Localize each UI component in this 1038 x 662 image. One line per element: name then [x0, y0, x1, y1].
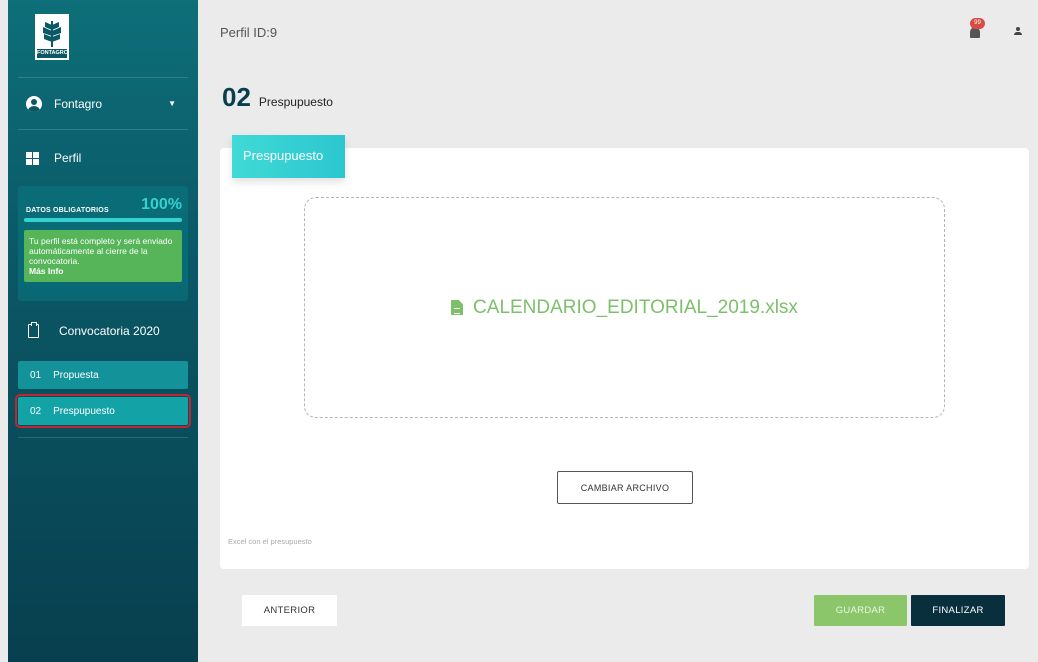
caret-down-icon: ▼: [168, 99, 176, 108]
avatar-icon: [26, 95, 42, 112]
step-number: 01: [30, 369, 42, 381]
step-label: Prespupuesto: [53, 405, 115, 417]
file-icon: [451, 300, 464, 315]
sidebar-item-label: Perfil: [54, 151, 82, 165]
uploaded-file[interactable]: CALENDARIO_EDITORIAL_2019.xlsx: [451, 297, 798, 319]
user-icon[interactable]: [1014, 27, 1022, 36]
required-data-panel: DATOS OBLIGATORIOS 100% Tu perfil está c…: [18, 186, 188, 301]
sidebar-divider: [18, 437, 188, 438]
step-label: Propuesta: [53, 369, 99, 381]
upload-card: CALENDARIO_EDITORIAL_2019.xlsx CAMBIAR A…: [220, 148, 1029, 569]
file-name: CALENDARIO_EDITORIAL_2019.xlsx: [473, 296, 798, 318]
completion-percent: 100%: [141, 196, 182, 213]
page-title: 02 Prespupuesto: [222, 82, 333, 113]
page-name: Prespupuesto: [258, 95, 333, 109]
dashboard-icon: [26, 151, 39, 165]
completion-progress-fill: [24, 218, 182, 222]
sidebar-item-convocatoria[interactable]: Convocatoria 2020: [8, 301, 198, 361]
file-dropzone[interactable]: CALENDARIO_EDITORIAL_2019.xlsx: [304, 197, 945, 418]
page-number: 02: [222, 82, 251, 112]
step-number: 02: [30, 405, 42, 417]
finish-button[interactable]: FINALIZAR: [911, 595, 1005, 626]
required-data-title: DATOS OBLIGATORIOS: [26, 207, 109, 214]
fontagro-logo[interactable]: FONTAGRO: [35, 14, 69, 60]
sidebar-item-label: Convocatoria 2020: [59, 324, 160, 338]
step-propuesta[interactable]: 01 Propuesta: [18, 361, 188, 389]
clipboard-icon: [28, 322, 39, 338]
sidebar-item-perfil[interactable]: Perfil: [8, 130, 198, 186]
card-tab-prespupuesto: Prespupuesto: [232, 135, 345, 178]
sidebar: FONTAGRO Fontagro ▼ Perfil DATOS OBLIGAT…: [8, 0, 198, 662]
more-info-link[interactable]: Más Info: [29, 266, 177, 276]
save-button[interactable]: GUARDAR: [814, 595, 907, 626]
completion-message-text: Tu perfil está completo y será enviado a…: [29, 236, 173, 266]
notification-badge: 99: [970, 18, 985, 29]
completion-progress-bar: [24, 218, 182, 222]
step-prespupuesto[interactable]: 02 Prespupuesto: [15, 394, 191, 428]
completion-message: Tu perfil está completo y será enviado a…: [24, 230, 182, 282]
previous-button[interactable]: ANTERIOR: [242, 595, 337, 626]
profile-id: Perfil ID:9: [220, 25, 278, 40]
top-bar: Perfil ID:9 99: [198, 0, 1038, 64]
leaf-icon: [43, 21, 61, 47]
logo-text: FONTAGRO: [37, 49, 69, 58]
upload-hint: Excel con el presupuesto: [228, 537, 312, 546]
user-name: Fontagro: [54, 96, 103, 111]
logo-area: FONTAGRO: [18, 0, 188, 78]
change-file-button[interactable]: CAMBIAR ARCHIVO: [557, 471, 693, 504]
user-menu[interactable]: Fontagro ▼: [18, 78, 188, 130]
